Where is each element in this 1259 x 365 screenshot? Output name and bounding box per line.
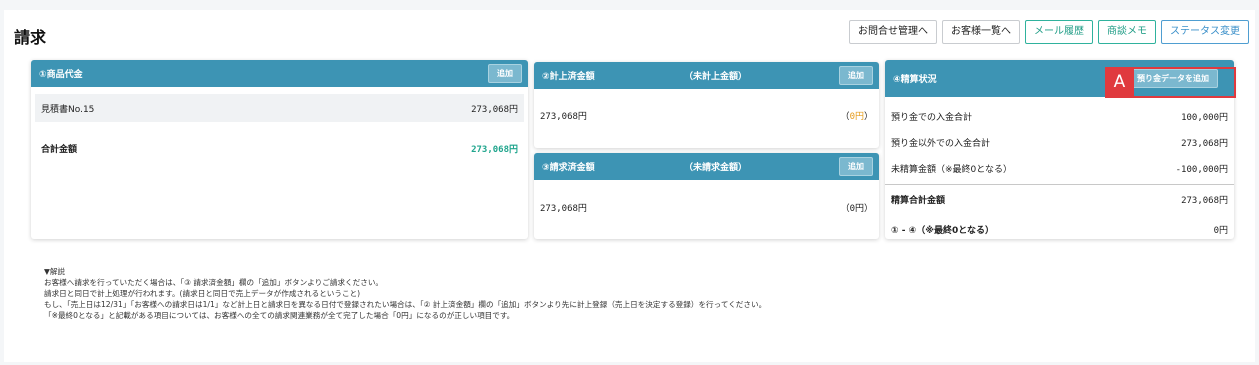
meeting-memo-button[interactable]: 商談メモ: [1098, 20, 1156, 44]
booked-amount-value: 273,068円: [540, 112, 587, 122]
total-row: 合計金額 273,068円: [41, 142, 518, 155]
product-price-panel: ①商品代金 追加 見積書No.15 273,068円 合計金額 273,068円: [31, 60, 528, 239]
booked-amount-row: 273,068円 （0円）: [540, 109, 873, 122]
billed-amount-add-button[interactable]: 追加: [839, 157, 873, 176]
unsettled-row: 未精算金額（※最終0となる） -100,000円: [891, 162, 1228, 175]
other-payment-label: 預り金以外での入金合計: [891, 139, 991, 149]
deposit-payment-label: 預り金での入金合計: [891, 113, 973, 123]
annotation-label-a: A: [1105, 67, 1134, 98]
settlement-total-amount: 273,068円: [1181, 196, 1228, 206]
unbooked-amount-subtitle: （未計上金額）: [684, 72, 748, 82]
settlement-total-label: 精算合計金額: [891, 196, 946, 206]
product-price-add-button[interactable]: 追加: [488, 64, 522, 83]
total-label: 合計金額: [41, 145, 78, 155]
estimate-label: 見積書No.15: [41, 104, 95, 115]
other-payment-row: 預り金以外での入金合計 273,068円: [891, 136, 1228, 149]
booked-amount-title: ②計上済金額: [542, 72, 595, 82]
settlement-divider: [885, 184, 1234, 185]
billed-amount-panel: ③請求済金額 （未請求金額） 追加 273,068円 （0円）: [534, 153, 879, 239]
notes-line: もし、「売上日は12/31」「お客様への請求日は1/1」など計上日と請求日を異な…: [44, 300, 767, 309]
deposit-payment-amount: 100,000円: [1181, 113, 1228, 123]
product-price-title: ①商品代金: [39, 70, 83, 80]
estimate-row[interactable]: 見積書No.15 273,068円: [35, 94, 524, 122]
unsettled-label: 未精算金額（※最終0となる）: [891, 165, 1012, 175]
booked-amount-panel: ②計上済金額 （未計上金額） 追加 273,068円 （0円）: [534, 62, 879, 148]
page-title: 請求: [14, 28, 47, 47]
unbilled-amount-subtitle: （未請求金額）: [684, 163, 748, 173]
final-balance-amount: 0円: [1213, 226, 1228, 236]
booked-amount-add-button[interactable]: 追加: [839, 66, 873, 85]
notes-line: お客様へ請求を行っていただく場合は、「③ 請求済金額」欄の「追加」ボタンよりご請…: [44, 278, 384, 287]
notes-line: 請求日と同日で計上処理が行われます。(請求日と同日で売上データが作成されるという…: [44, 289, 361, 298]
notes-line: 「※最終0となる」と記載がある項目については、お客様への全ての請求関連業務が全て…: [44, 311, 515, 320]
billed-amount-title: ③請求済金額: [542, 163, 595, 173]
product-price-header: ①商品代金 追加: [31, 60, 528, 87]
notes-heading: ▼解説: [44, 267, 66, 276]
unbilled-amount-value: （0円）: [840, 204, 873, 214]
settlement-total-row: 精算合計金額 273,068円: [891, 193, 1228, 206]
status-change-button[interactable]: ステータス変更: [1161, 20, 1249, 44]
final-balance-label: ① - ④（※最終0となる）: [891, 226, 994, 236]
final-balance-row: ① - ④（※最終0となる） 0円: [891, 223, 1228, 236]
billed-amount-value: 273,068円: [540, 204, 587, 214]
total-amount: 273,068円: [471, 145, 518, 155]
billed-amount-row: 273,068円 （0円）: [540, 201, 873, 214]
explanation-notes: ▼解説 お客様へ請求を行っていただく場合は、「③ 請求済金額」欄の「追加」ボタン…: [44, 266, 766, 321]
deposit-payment-row: 預り金での入金合計 100,000円: [891, 110, 1228, 123]
unbooked-amount-value: （0円）: [840, 112, 873, 122]
estimate-amount: 273,068円: [471, 104, 518, 115]
top-button-bar: お問合せ管理へ お客様一覧へ メール履歴 商談メモ ステータス変更: [849, 20, 1249, 44]
customer-list-button[interactable]: お客様一覧へ: [942, 20, 1020, 44]
other-payment-amount: 273,068円: [1181, 139, 1228, 149]
mail-history-button[interactable]: メール履歴: [1025, 20, 1093, 44]
unsettled-amount: -100,000円: [1175, 165, 1228, 175]
inquiry-management-button[interactable]: お問合せ管理へ: [849, 20, 937, 44]
booked-amount-header: ②計上済金額 （未計上金額） 追加: [534, 62, 879, 89]
billed-amount-header: ③請求済金額 （未請求金額） 追加: [534, 153, 879, 180]
settlement-title: ④精算状況: [893, 75, 937, 85]
